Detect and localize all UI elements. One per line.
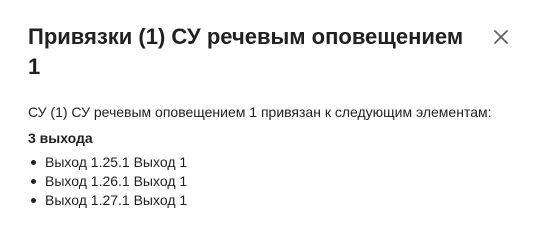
bullet-icon [31,179,36,184]
close-icon [494,29,508,47]
outputs-heading: 3 выхода [28,130,93,146]
bindings-dialog: Привязки (1) СУ речевым оповещением 1 СУ… [0,0,533,242]
dialog-title: Привязки (1) СУ речевым оповещением 1 [28,24,464,79]
list-item-label: Выход 1.27.1 Выход 1 [45,192,188,208]
close-button[interactable] [489,26,513,50]
list-item: Выход 1.27.1 Выход 1 [28,191,509,210]
list-item: Выход 1.25.1 Выход 1 [28,153,509,172]
bullet-icon [31,160,36,165]
list-item-label: Выход 1.26.1 Выход 1 [45,173,188,189]
outputs-list: Выход 1.25.1 Выход 1 Выход 1.26.1 Выход … [28,153,509,210]
list-item-label: Выход 1.25.1 Выход 1 [45,154,188,170]
bullet-icon [31,198,36,203]
dialog-description: СУ (1) СУ речевым оповещением 1 привязан… [28,104,492,120]
list-item: Выход 1.26.1 Выход 1 [28,172,509,191]
